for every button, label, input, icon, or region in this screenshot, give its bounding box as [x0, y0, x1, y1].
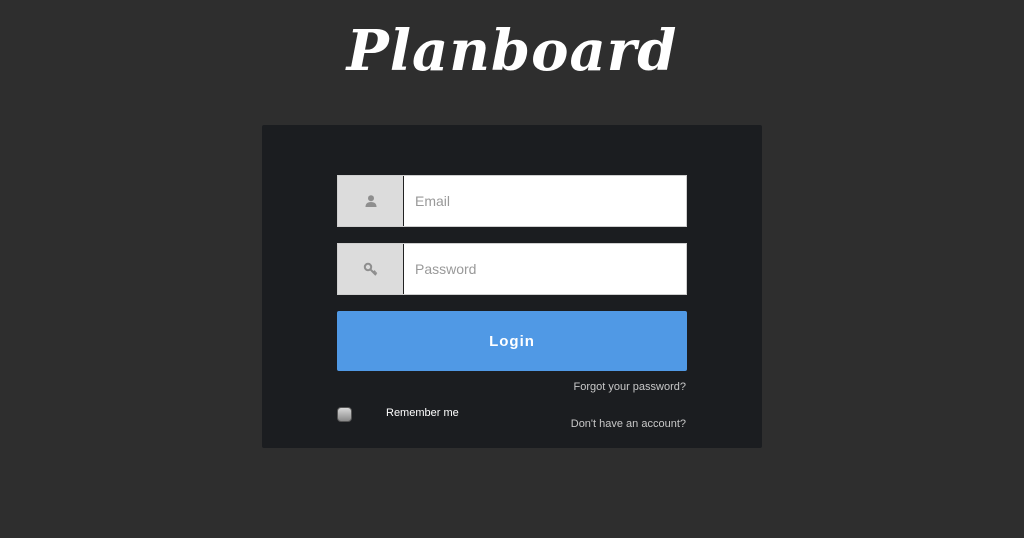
password-input[interactable] — [404, 244, 686, 294]
email-field-group — [337, 175, 687, 227]
login-card: Login Forgot your password? Remember me … — [262, 125, 762, 448]
key-icon — [338, 244, 404, 294]
forgot-password-link[interactable]: Forgot your password? — [574, 381, 687, 393]
remember-me-group: Remember me — [337, 407, 459, 422]
email-input[interactable] — [404, 176, 686, 226]
password-field-group — [337, 243, 687, 295]
remember-me-checkbox[interactable] — [337, 407, 352, 422]
app-logo: Planboard — [346, 18, 678, 84]
remember-me-label[interactable]: Remember me — [386, 407, 459, 419]
login-button[interactable]: Login — [337, 311, 687, 371]
user-icon — [338, 176, 404, 226]
signup-link[interactable]: Don't have an account? — [571, 418, 686, 430]
